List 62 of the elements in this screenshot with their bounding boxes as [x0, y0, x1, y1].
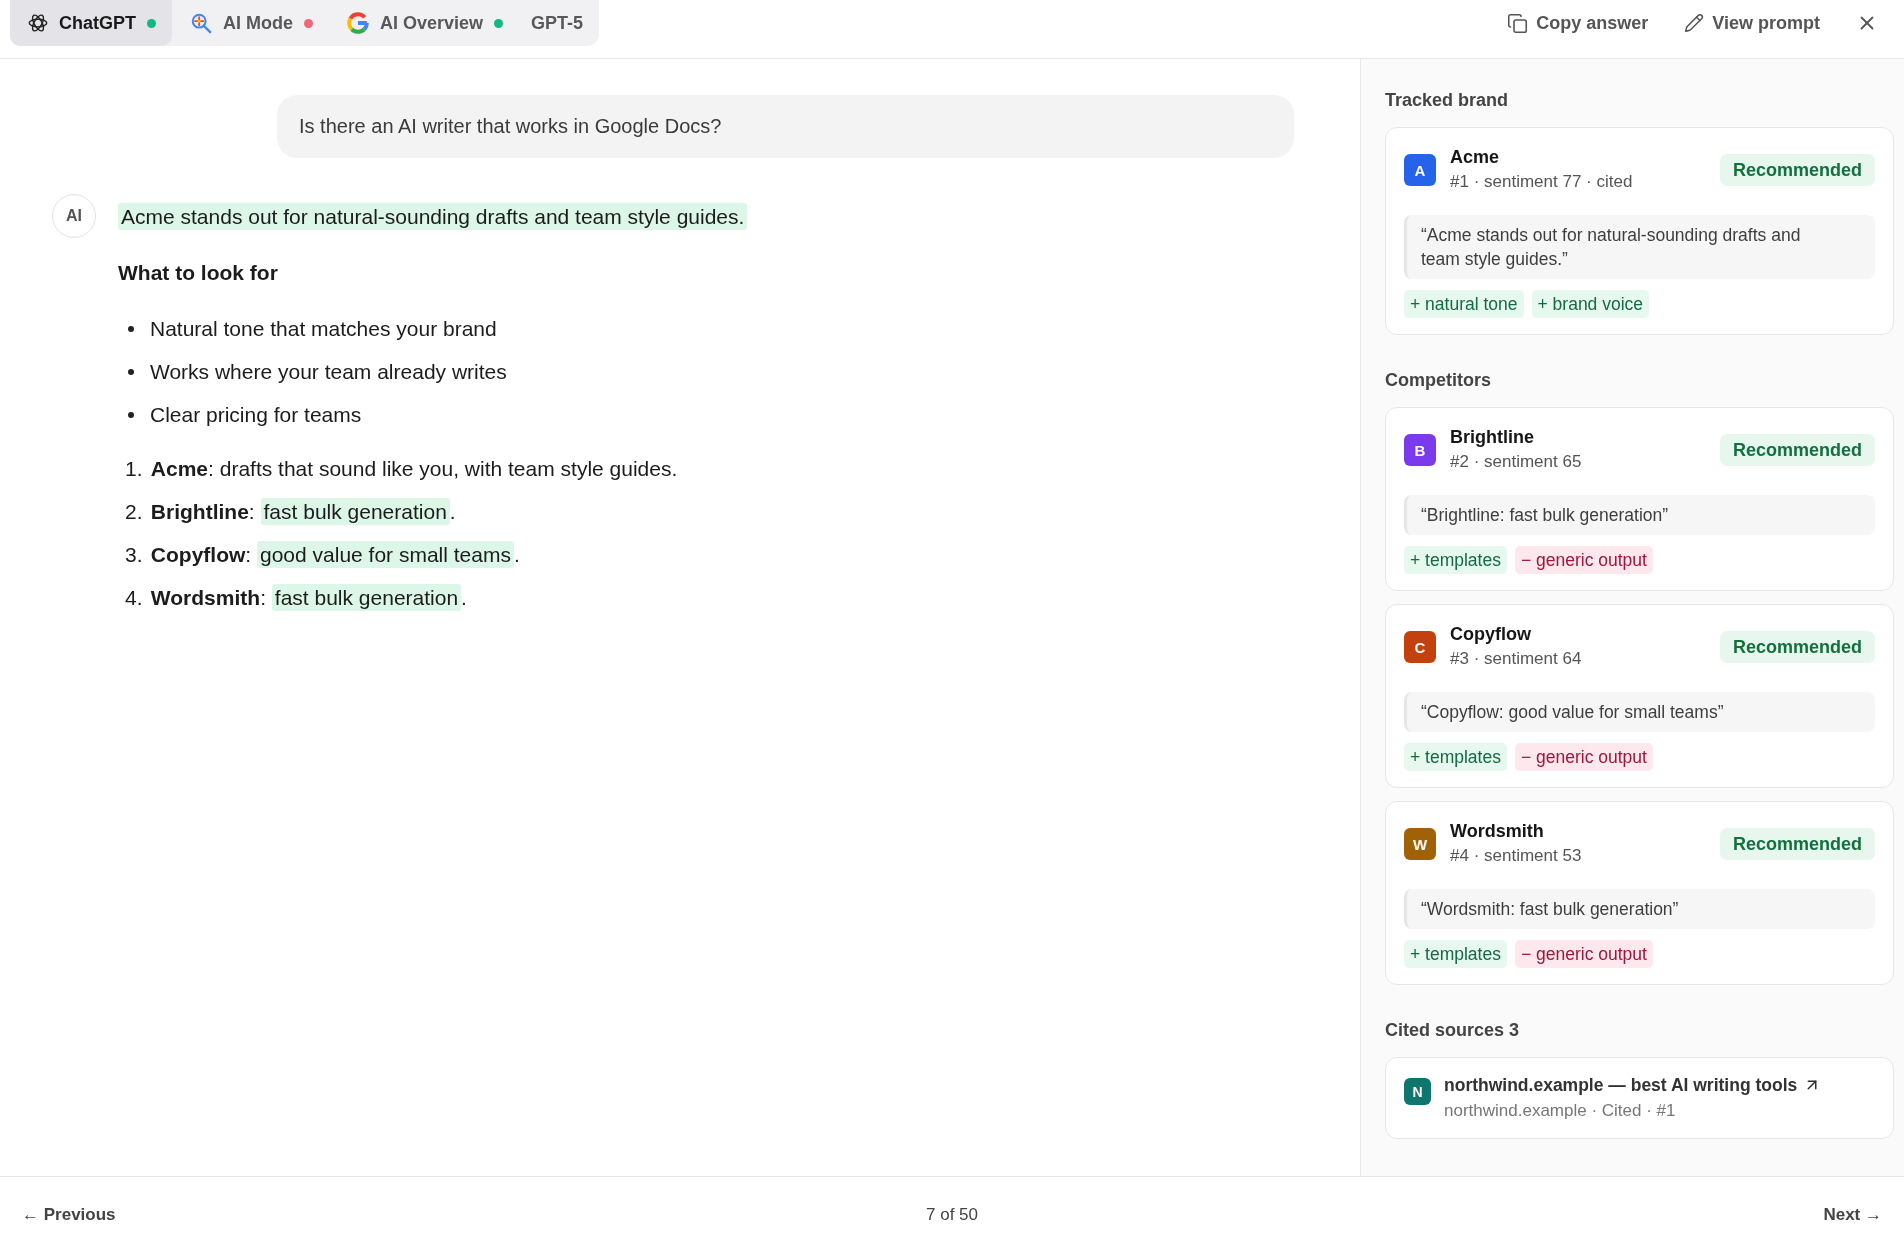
rosette-logo-icon [28, 13, 48, 33]
ranked-item: 3. Copyflow: good value for small teams. [124, 540, 521, 570]
engine-tab[interactable]: ChatGPT [10, 0, 172, 46]
bullet-text: Clear pricing for teams [150, 402, 362, 428]
prompt-bubble: Is there an AI writer that works in Google Docs? [277, 95, 1294, 158]
engine-tab[interactable]: AI Mode [172, 0, 329, 46]
status-badge: Recommended [1719, 154, 1875, 186]
brand-meta: #1 · sentiment 77 · cited [1450, 171, 1634, 193]
brand-meta: #4 · sentiment 53 [1450, 845, 1583, 867]
brand-name: Wordsmith [1450, 820, 1545, 843]
pro-tag: + templates [1404, 743, 1507, 771]
bullet-icon [128, 412, 134, 418]
brand-meta: #2 · sentiment 65 [1450, 451, 1583, 473]
model-label: GPT-5 [531, 12, 584, 34]
brand-name: Brightline [1450, 426, 1535, 449]
copy-answer-button[interactable]: Copy answer [1507, 12, 1649, 34]
bullet-text: Works where your team already writes [150, 359, 507, 385]
pencil-icon [1684, 13, 1705, 33]
bullet-icon [128, 326, 134, 332]
pro-tag: + templates [1404, 546, 1507, 574]
brand-name: Acme [1450, 146, 1501, 169]
brand-meta: #3 · sentiment 64 [1450, 648, 1583, 670]
brand-name: Copyflow [1450, 623, 1532, 646]
section-title: Competitors [1385, 369, 1492, 391]
answer-heading: What to look for [118, 260, 279, 286]
con-tag: − generic output [1514, 546, 1653, 574]
con-tag: − generic output [1514, 743, 1653, 771]
con-tag: − generic output [1514, 940, 1653, 968]
brand-quote: “Wordsmith: fast bulk generation” [1404, 889, 1875, 929]
next-button[interactable]: Next → [1823, 1205, 1882, 1225]
brand-avatar: C [1404, 631, 1436, 663]
status-badge: Recommended [1719, 434, 1875, 466]
multicolor-g-icon [347, 12, 369, 34]
ranked-item: 2. Brightline: fast bulk generation. [124, 497, 457, 527]
source-avatar: N [1404, 1078, 1431, 1105]
page-indicator: 7 of 50 [926, 1205, 978, 1225]
brand-avatar: A [1404, 154, 1436, 186]
answer-summary: Acme stands out for natural-sounding drafts and team style guides. [118, 203, 748, 230]
brand-avatar: W [1404, 828, 1436, 860]
brand-quote: “Acme stands out for natural-sounding drafts and team style guides.” [1404, 215, 1875, 279]
brand-avatar: B [1404, 434, 1436, 466]
ranked-item: 4. Wordsmith: fast bulk generation. [124, 583, 468, 613]
ai-avatar: AI [52, 194, 96, 238]
source-meta: northwind.example · Cited · #1 [1444, 1100, 1677, 1122]
previous-button[interactable]: ← Previous [22, 1205, 116, 1225]
bullet-text: Natural tone that matches your brand [150, 316, 497, 342]
magnifier-sparkle-icon [190, 12, 212, 34]
source-link[interactable]: northwind.example — best AI writing tools [1444, 1072, 1798, 1098]
brand-quote: “Copyflow: good value for small teams” [1404, 692, 1875, 732]
copy-icon [1507, 12, 1529, 34]
section-title: Cited sources 3 [1385, 1019, 1521, 1041]
pro-tag: + natural tone [1404, 290, 1524, 318]
view-prompt-button[interactable]: View prompt [1684, 12, 1820, 34]
status-badge: Recommended [1719, 631, 1875, 663]
bullet-icon [128, 369, 134, 375]
section-title: Tracked brand [1385, 89, 1510, 111]
ranked-item: 1. Acme: drafts that sound like you, with team style guides. [124, 456, 679, 482]
brand-quote: “Brightline: fast bulk generation” [1404, 495, 1875, 535]
status-badge: Recommended [1719, 828, 1875, 860]
pro-tag: + templates [1404, 940, 1507, 968]
engine-tab[interactable]: AI Overview [329, 0, 520, 46]
pro-tag: + brand voice [1531, 290, 1650, 318]
